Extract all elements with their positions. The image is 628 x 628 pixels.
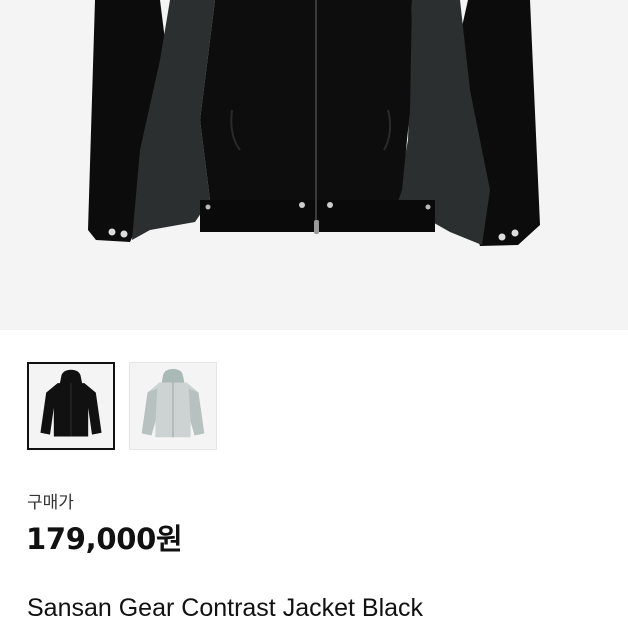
jacket-grey-thumbnail-image <box>141 368 205 438</box>
product-price: 179,000원 <box>26 522 183 556</box>
jacket-black-image <box>88 0 540 246</box>
thumbnail-black[interactable] <box>27 362 115 450</box>
product-hero-image[interactable] <box>0 0 628 330</box>
thumbnail-strip <box>27 362 217 450</box>
product-name: Sansan Gear Contrast Jacket Black <box>27 594 424 622</box>
price-label: 구매가 <box>27 493 74 513</box>
jacket-black-thumbnail-image <box>40 369 102 437</box>
thumbnail-light-grey[interactable] <box>129 362 217 450</box>
